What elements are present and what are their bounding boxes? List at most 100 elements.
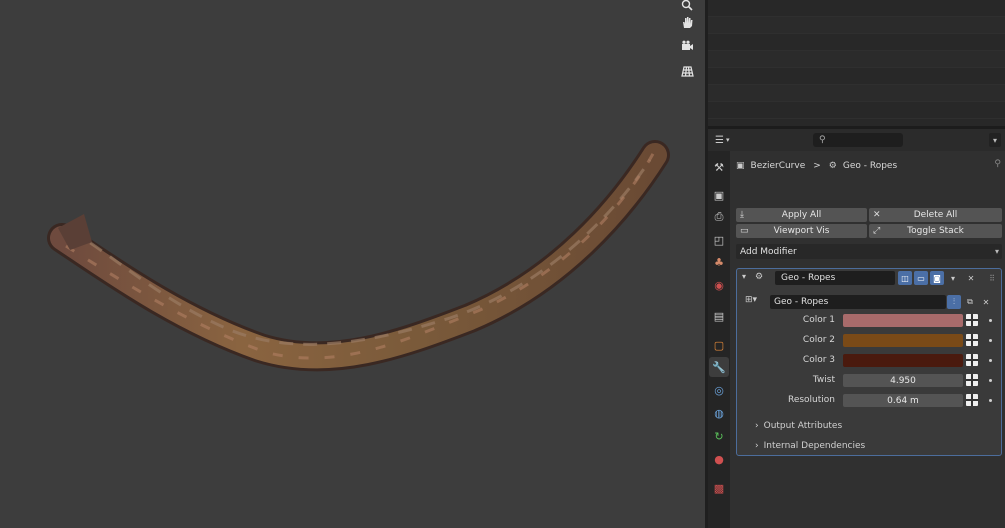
edit-mode-toggle-icon[interactable]: ◫: [898, 271, 912, 285]
texture-tab-icon[interactable]: ▩: [709, 478, 729, 498]
modifier-tab-icon[interactable]: 🔧: [709, 357, 729, 377]
toggle-stack-label: Toggle Stack: [907, 226, 964, 236]
outliner-row[interactable]: [708, 68, 1005, 85]
object-tab-icon[interactable]: ▢: [709, 335, 729, 355]
view-layer-tab-icon[interactable]: ◰: [709, 230, 729, 250]
modifier-name-field[interactable]: Geo - Ropes: [775, 271, 895, 285]
viewport-vis-label: Viewport Vis: [773, 226, 830, 236]
attribute-toggle-icon[interactable]: [966, 314, 978, 326]
chevron-right-icon: ›: [755, 421, 759, 431]
properties-tabs: ⚒ ▣ ⎙ ◰ ♣ ◉ ▤ ▢ 🔧 ◎ ◍ ↻ ● ▩: [708, 151, 730, 528]
download-icon: ⤓: [740, 210, 744, 220]
delete-all-button[interactable]: ✕ Delete All: [869, 208, 1002, 222]
drag-handle-icon[interactable]: ⠿: [985, 271, 999, 285]
apply-all-button[interactable]: ⤓ Apply All: [736, 208, 867, 222]
grid-icon[interactable]: [676, 60, 698, 82]
outliner-row[interactable]: [708, 34, 1005, 51]
subpanel-label: Internal Dependencies: [763, 441, 866, 451]
keyframe-dot-icon[interactable]: [989, 379, 992, 382]
tool-tab-icon[interactable]: ⚒: [709, 157, 729, 177]
param-label-color-3: Color 3: [802, 355, 835, 365]
attribute-toggle-icon[interactable]: [966, 354, 978, 366]
param-label-color-1: Color 1: [802, 315, 835, 325]
breadcrumb-object: BezierCurve: [750, 161, 806, 171]
pin-icon[interactable]: ⚲: [994, 159, 1001, 169]
output-tab-icon[interactable]: ⎙: [709, 207, 729, 227]
chevron-down-icon: ▾: [992, 135, 997, 145]
attribute-toggle-icon[interactable]: [966, 394, 978, 406]
editor-type-selector[interactable]: ☰ ▾: [715, 133, 739, 147]
outliner-row[interactable]: [708, 0, 1005, 17]
curve-object-icon: ▣: [736, 161, 745, 171]
properties-icon: ☰: [715, 134, 724, 146]
apply-all-label: Apply All: [781, 210, 822, 220]
hand-pan-icon[interactable]: [676, 11, 698, 33]
param-label-twist: Twist: [812, 375, 835, 385]
color-3-swatch[interactable]: [843, 354, 963, 367]
modifier-panel: ▾ ⚙ Geo - Ropes ◫ ▭ ◙ ▾ ✕ ⠿ ⊞▾ Geo - Rop…: [736, 268, 1002, 456]
physics-tab-icon[interactable]: ◍: [709, 403, 729, 423]
3d-viewport[interactable]: [0, 0, 705, 528]
expand-icon: ⤢: [873, 226, 881, 236]
resolution-field[interactable]: 0.64 m: [843, 394, 963, 407]
search-input[interactable]: ⚲: [813, 133, 903, 147]
chevron-down-icon: ▾: [725, 136, 730, 144]
twist-field[interactable]: 4.950: [843, 374, 963, 387]
modifier-menu-chevron-icon[interactable]: ▾: [946, 271, 960, 285]
geometry-nodes-icon: ⚙: [755, 272, 764, 282]
node-group-field[interactable]: Geo - Ropes: [770, 295, 946, 309]
collection-tab-icon[interactable]: ▤: [709, 306, 729, 326]
outliner-row[interactable]: [708, 102, 1005, 119]
world-tab-icon[interactable]: ◉: [709, 275, 729, 295]
toggle-stack-button[interactable]: ⤢ Toggle Stack: [869, 224, 1002, 238]
unlink-icon[interactable]: ✕: [979, 295, 993, 309]
scene-tab-icon[interactable]: ♣: [709, 252, 729, 272]
keyframe-dot-icon[interactable]: [989, 399, 992, 402]
constraints-tab-icon[interactable]: ↻: [709, 426, 729, 446]
color-2-swatch[interactable]: [843, 334, 963, 347]
chevron-down-icon: ▾: [994, 247, 999, 256]
options-dropdown[interactable]: ▾: [989, 133, 1001, 147]
particles-tab-icon[interactable]: ◎: [709, 380, 729, 400]
duplicate-icon[interactable]: ⧉: [963, 295, 977, 309]
chevron-right-icon: ›: [755, 441, 759, 451]
param-label-resolution: Resolution: [787, 395, 835, 405]
attribute-toggle-icon[interactable]: [966, 334, 978, 346]
camera-icon[interactable]: [676, 35, 698, 57]
outliner-row[interactable]: [708, 51, 1005, 68]
close-icon: ✕: [873, 210, 881, 220]
subpanel-label: Output Attributes: [763, 421, 843, 431]
outliner-row[interactable]: [708, 85, 1005, 102]
breadcrumb-separator: >: [813, 161, 821, 171]
remove-modifier-icon[interactable]: ✕: [964, 271, 978, 285]
material-tab-icon[interactable]: ●: [709, 449, 729, 469]
collapse-chevron-icon[interactable]: ▾: [742, 272, 746, 281]
add-modifier-dropdown[interactable]: Add Modifier ▾: [736, 244, 1002, 259]
color-1-swatch[interactable]: [843, 314, 963, 327]
properties-editor: ☰ ▾ ⚲ ▾ ⚒ ▣ ⎙ ◰ ♣ ◉ ▤ ▢ 🔧 ◎ ◍ ↻ ● ▩ ▣ Bez…: [708, 129, 1005, 528]
geometry-nodes-icon: ⚙: [828, 161, 837, 171]
render-toggle-icon[interactable]: ◙: [930, 271, 944, 285]
keyframe-dot-icon[interactable]: [989, 359, 992, 362]
node-tree-icon[interactable]: ⊞▾: [745, 295, 757, 305]
rope-model: [47, 140, 670, 372]
keyframe-dot-icon[interactable]: [989, 319, 992, 322]
fake-user-icon[interactable]: ⫶: [947, 295, 961, 309]
attribute-toggle-icon[interactable]: [966, 374, 978, 386]
search-icon: ⚲: [819, 135, 826, 145]
breadcrumb-modifier: Geo - Ropes: [842, 161, 898, 171]
add-modifier-label: Add Modifier: [740, 246, 797, 257]
outliner-row[interactable]: [708, 17, 1005, 34]
viewport-vis-button[interactable]: ▭ Viewport Vis: [736, 224, 867, 238]
subpanel-internal-dependencies[interactable]: › Internal Dependencies: [755, 441, 865, 451]
delete-all-label: Delete All: [913, 210, 958, 220]
render-tab-icon[interactable]: ▣: [709, 185, 729, 205]
outliner[interactable]: [708, 0, 1005, 126]
viewport-toggle-icon[interactable]: ▭: [914, 271, 928, 285]
breadcrumb: ▣ BezierCurve > ⚙ Geo - Ropes: [736, 159, 897, 173]
subpanel-output-attributes[interactable]: › Output Attributes: [755, 421, 842, 431]
properties-header: ☰ ▾ ⚲ ▾: [708, 129, 1005, 151]
param-label-color-2: Color 2: [802, 335, 835, 345]
keyframe-dot-icon[interactable]: [989, 339, 992, 342]
properties-content: ▣ BezierCurve > ⚙ Geo - Ropes ⚲ ⤓ Apply …: [734, 151, 1005, 528]
